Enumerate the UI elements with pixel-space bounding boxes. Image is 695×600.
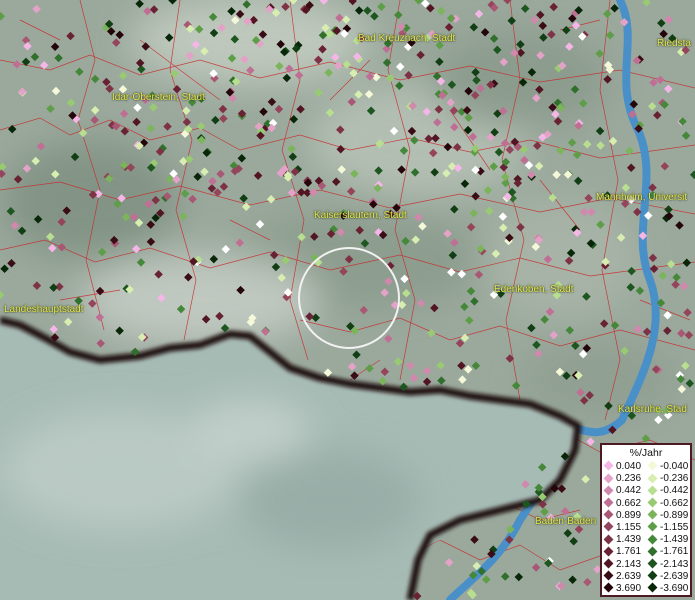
- legend-swatch: [603, 534, 614, 544]
- legend-entry-negative: -1.155: [647, 521, 689, 534]
- legend-value: 0.662: [616, 497, 642, 509]
- legend-entry-negative: -2.143: [647, 558, 689, 571]
- legend-swatch: [603, 460, 614, 471]
- legend-value: 3.690: [616, 583, 642, 594]
- legend-swatch: [647, 473, 658, 483]
- legend-entry-negative: -2.639: [647, 570, 689, 583]
- legend-value: 0.040: [616, 461, 642, 472]
- legend-entry-negative: -0.236: [647, 473, 688, 485]
- legend-entry-positive: 0.662: [603, 497, 642, 510]
- legend-value: 0.442: [616, 485, 642, 497]
- legend-value: -0.899: [660, 509, 689, 521]
- legend-value: -0.040: [660, 461, 689, 472]
- legend-swatch: [647, 485, 658, 496]
- legend-entry-positive: 2.639: [603, 570, 642, 583]
- legend-swatch: [647, 558, 658, 569]
- legend-entry-positive: 0.899: [603, 509, 642, 522]
- city-label-edenkoben[interactable]: Edenkoben, Stadt: [494, 284, 574, 296]
- legend-entry-negative: -3.690: [647, 582, 689, 595]
- city-label-karlsruhe[interactable]: Karlsruhe, Stad: [618, 404, 687, 416]
- city-label-idar-oberstein[interactable]: Idar-Oberstein, Stadt: [112, 92, 205, 104]
- legend-entry-negative: -0.040: [647, 460, 689, 473]
- legend-swatch: [647, 521, 658, 532]
- legend-entry-positive: 2.143: [603, 558, 642, 571]
- legend-value: -2.143: [660, 558, 689, 570]
- legend-value: 1.439: [616, 534, 642, 546]
- city-label-riedstadt[interactable]: Riedsta: [657, 38, 691, 50]
- legend-value: 2.143: [616, 558, 642, 570]
- legend-entry-positive: 0.236: [603, 473, 641, 485]
- legend-value: -1.439: [660, 534, 689, 546]
- legend-value: 0.899: [616, 509, 642, 521]
- legend-swatch: [647, 509, 658, 520]
- legend: %/Jahr 0.040 0.236 0.442 0.662 0.899 1.155 1.4…: [600, 443, 692, 597]
- legend-title: %/Jahr: [629, 447, 663, 459]
- city-label-baden-baden[interactable]: Baden-Baden: [535, 516, 596, 528]
- city-label-mannheim[interactable]: Mannheim, Universit: [596, 192, 687, 204]
- city-label-landeshauptstadt[interactable]: Landeshauptstadt: [4, 304, 84, 316]
- legend-value: 2.639: [616, 570, 642, 582]
- legend-value: -2.639: [660, 570, 689, 582]
- legend-value: 0.236: [616, 473, 642, 485]
- legend-swatch: [603, 497, 614, 508]
- legend-value: -1.761: [660, 546, 689, 558]
- legend-swatch: [603, 546, 614, 557]
- legend-swatch: [647, 546, 658, 557]
- legend-entry-positive: 1.761: [603, 546, 641, 558]
- legend-swatch: [647, 497, 658, 508]
- legend-swatch: [647, 570, 658, 581]
- legend-swatch: [603, 473, 614, 483]
- legend-entry-negative: -0.442: [647, 485, 688, 497]
- legend-entry-positive: 1.155: [603, 521, 642, 534]
- legend-value: -0.662: [660, 497, 689, 509]
- legend-entry-positive: 0.040: [603, 460, 642, 473]
- legend-swatch: [603, 582, 614, 593]
- legend-swatch: [603, 485, 614, 496]
- legend-swatch: [647, 582, 658, 593]
- legend-value: -1.155: [660, 522, 689, 533]
- legend-swatch: [603, 521, 614, 532]
- legend-value: -0.236: [660, 473, 689, 485]
- legend-entry-negative: -1.761: [647, 546, 688, 558]
- legend-value: -0.442: [660, 485, 689, 497]
- legend-swatch: [603, 558, 614, 569]
- legend-swatch: [603, 509, 614, 520]
- legend-entry-positive: 0.442: [603, 485, 641, 497]
- legend-value: -3.690: [660, 583, 689, 594]
- legend-swatch: [603, 570, 614, 581]
- map-canvas[interactable]: [0, 0, 695, 600]
- city-label-kaiserslautern[interactable]: Kaiserslautern, Stadt: [314, 210, 407, 222]
- legend-value: 1.155: [616, 522, 642, 533]
- legend-swatch: [647, 460, 658, 471]
- legend-entry-positive: 3.690: [603, 582, 642, 595]
- legend-entry-positive: 1.439: [603, 534, 641, 546]
- legend-swatch: [647, 534, 658, 544]
- city-label-bad-kreuznach[interactable]: Bad Kreuznach, Stadt: [358, 33, 455, 45]
- legend-entry-negative: -0.899: [647, 509, 689, 522]
- legend-entry-negative: -1.439: [647, 534, 688, 546]
- legend-value: 1.761: [616, 546, 642, 558]
- legend-entry-negative: -0.662: [647, 497, 689, 510]
